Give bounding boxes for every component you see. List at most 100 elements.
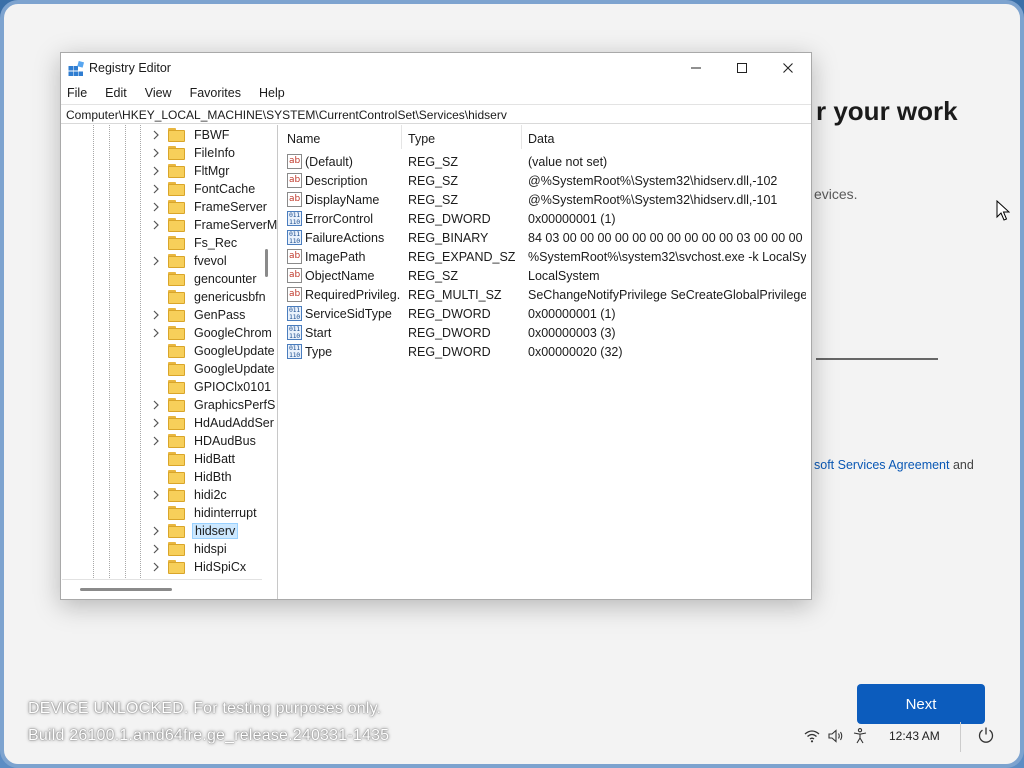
registry-editor-window[interactable]: Registry Editor File Edit View Favorites… (60, 52, 812, 600)
tree-item[interactable]: HDAudBus (150, 432, 258, 450)
chevron-right-icon[interactable] (150, 396, 162, 414)
chevron-right-icon[interactable] (150, 414, 162, 432)
value-row[interactable]: ab DisplayName REG_SZ @%SystemRoot%\System3… (281, 191, 811, 210)
value-name: Start (305, 326, 332, 340)
value-row[interactable]: ab ImagePath REG_EXPAND_SZ %SystemRoot%\sys… (281, 248, 811, 267)
title-bar[interactable]: Registry Editor (61, 53, 811, 83)
chevron-right-icon[interactable] (150, 558, 162, 576)
registry-tree-pane[interactable]: FBWF FileInfo FltMgr FontCache FrameServer Fr… (62, 125, 278, 599)
tree-item[interactable]: GenPass (150, 306, 247, 324)
value-row[interactable]: ab ObjectName REG_SZ LocalSystem (281, 267, 811, 286)
tree-item[interactable]: HidSpiCx (150, 558, 248, 576)
value-row[interactable]: 011 110 ErrorControl REG_DWORD 0x00000001 (1… (281, 210, 811, 229)
tree-item[interactable]: FontCache (150, 180, 257, 198)
tree-item[interactable]: FileInfo (150, 144, 237, 162)
tree-item[interactable]: GoogleUpdate (150, 342, 277, 360)
tree-item[interactable]: GPIOClx0101 (150, 378, 273, 396)
menu-edit[interactable]: Edit (105, 83, 133, 103)
close-button[interactable] (765, 53, 811, 83)
value-row[interactable]: ab Description REG_SZ @%SystemRoot%\System3… (281, 172, 811, 191)
column-header-name[interactable]: Name (281, 125, 402, 149)
power-icon[interactable] (977, 726, 995, 749)
volume-icon[interactable] (827, 728, 845, 744)
value-data: LocalSystem (528, 269, 600, 283)
tree-item[interactable]: fvevol (150, 252, 229, 270)
value-type: REG_SZ (408, 269, 459, 283)
chevron-right-icon[interactable] (150, 162, 162, 180)
folder-icon (168, 506, 186, 520)
tree-item[interactable]: hidi2c (150, 486, 229, 504)
chevron-right-icon[interactable] (150, 540, 162, 558)
tree-item[interactable]: FBWF (150, 126, 231, 144)
accessibility-icon[interactable] (851, 728, 869, 744)
tree-item-label: HidSpiCx (194, 560, 247, 574)
tree-item[interactable]: hidinterrupt (150, 504, 259, 522)
column-header-data[interactable]: Data (522, 125, 811, 149)
folder-icon (168, 254, 186, 268)
binary-value-icon: 011 110 (287, 230, 302, 245)
tree-item[interactable]: Fs_Rec (150, 234, 239, 252)
chevron-right-icon[interactable] (150, 144, 162, 162)
tree-item[interactable]: gencounter (150, 270, 259, 288)
column-header-type[interactable]: Type (402, 125, 522, 149)
chevron-right-icon[interactable] (150, 180, 162, 198)
maximize-button[interactable] (719, 53, 765, 83)
string-value-icon: ab (287, 268, 302, 283)
value-type: REG_DWORD (408, 345, 491, 359)
tree-item[interactable]: HidBth (150, 468, 234, 486)
chevron-right-icon[interactable] (150, 198, 162, 216)
tree-item[interactable]: hidserv (150, 522, 239, 540)
value-type: REG_SZ (408, 174, 459, 188)
chevron-right-icon[interactable] (150, 432, 162, 450)
chevron-right-icon[interactable] (150, 306, 162, 324)
address-bar[interactable]: Computer\HKEY_LOCAL_MACHINE\SYSTEM\Curre… (61, 104, 811, 124)
tree-vertical-scrollbar[interactable] (265, 249, 268, 277)
value-row[interactable]: ab RequiredPrivileg... REG_MULTI_SZ SeChang… (281, 286, 811, 305)
value-row[interactable]: 011 110 FailureActions REG_BINARY 84 03 00 0… (281, 229, 811, 248)
value-data: SeChangeNotifyPrivilege SeCreateGlobalPr… (528, 288, 806, 302)
menu-help[interactable]: Help (259, 83, 291, 103)
binary-value-icon: 011 110 (287, 211, 302, 226)
chevron-right-icon[interactable] (150, 216, 162, 234)
value-row[interactable]: 011 110 Start REG_DWORD 0x00000003 (3) (281, 324, 811, 343)
value-name: Type (305, 345, 333, 359)
value-row[interactable]: 011 110 ServiceSidType REG_DWORD 0x00000001 … (281, 305, 811, 324)
value-data: 84 03 00 00 00 00 00 00 00 00 00 00 03 0… (528, 231, 806, 245)
chevron-right-icon[interactable] (150, 486, 162, 504)
menu-favorites[interactable]: Favorites (190, 83, 247, 103)
chevron-right-icon[interactable] (150, 126, 162, 144)
tree-item-label: genericusbfn (194, 290, 266, 304)
tree-item-label: FileInfo (194, 146, 235, 160)
next-button[interactable]: Next (857, 684, 985, 724)
values-pane[interactable]: Name Type Data ab (Default) REG_SZ (value n… (281, 125, 811, 599)
tree-horizontal-scrollbar[interactable] (80, 588, 172, 591)
wifi-icon[interactable] (803, 728, 821, 744)
value-type: REG_SZ (408, 193, 459, 207)
chevron-right-icon[interactable] (150, 324, 162, 342)
folder-icon (168, 182, 186, 196)
string-value-icon: ab (287, 173, 302, 188)
chevron-right-icon[interactable] (150, 252, 162, 270)
tree-item[interactable]: GoogleChrom (150, 324, 274, 342)
tree-item[interactable]: FltMgr (150, 162, 231, 180)
tree-item[interactable]: HdAudAddSer (150, 414, 276, 432)
tree-item[interactable]: genericusbfn (150, 288, 268, 306)
value-row[interactable]: 011 110 Type REG_DWORD 0x00000020 (32) (281, 343, 811, 362)
tree-item[interactable]: hidspi (150, 540, 229, 558)
services-agreement-link[interactable]: soft Services Agreement (814, 458, 949, 472)
tree-item-label: FrameServer (194, 200, 267, 214)
tree-item[interactable]: GraphicsPerfS (150, 396, 277, 414)
window-title: Registry Editor (89, 61, 171, 75)
value-row[interactable]: ab (Default) REG_SZ (value not set) (281, 153, 811, 172)
tree-item[interactable]: GoogleUpdate (150, 360, 277, 378)
tree-item[interactable]: HidBatt (150, 450, 237, 468)
menu-view[interactable]: View (145, 83, 178, 103)
minimize-button[interactable] (673, 53, 719, 83)
value-type: REG_EXPAND_SZ (408, 250, 516, 264)
tree-item-label: hidi2c (194, 488, 227, 502)
tree-scroll-divider (62, 579, 262, 580)
tree-item[interactable]: FrameServer (150, 198, 269, 216)
tree-item[interactable]: FrameServerM (150, 216, 277, 234)
chevron-right-icon[interactable] (150, 522, 162, 540)
menu-file[interactable]: File (67, 83, 93, 103)
